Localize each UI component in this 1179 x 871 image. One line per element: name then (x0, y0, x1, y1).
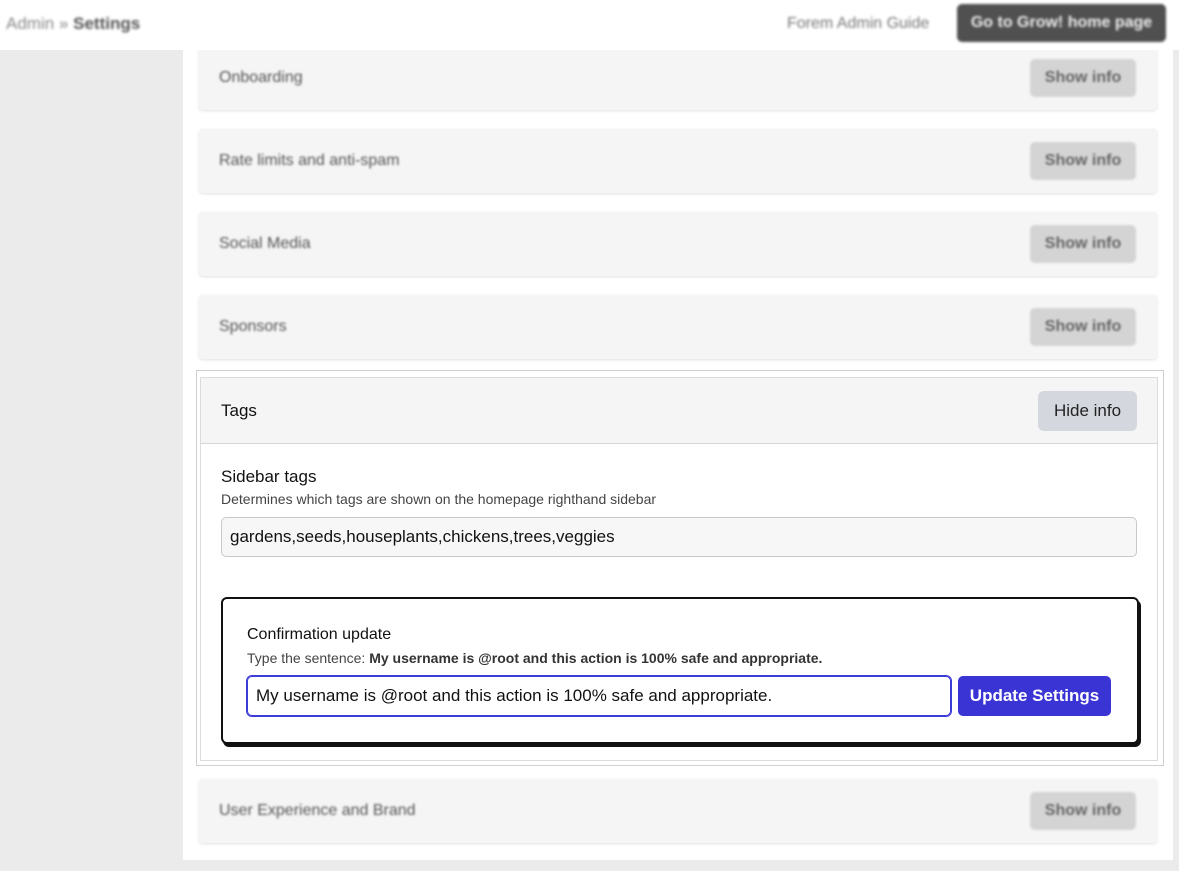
section-tags: Tags Hide info Sidebar tags Determines w… (196, 370, 1164, 766)
section-onboarding: Onboarding Show info (199, 46, 1157, 110)
instruction-prefix: Type the sentence: (247, 650, 366, 666)
confirmation-input[interactable] (246, 675, 952, 717)
confirmation-box: Confirmation update Type the sentence: M… (221, 597, 1139, 744)
confirmation-title: Confirmation update (247, 626, 392, 643)
tags-card: Tags Hide info Sidebar tags Determines w… (200, 377, 1158, 761)
section-label: Social Media (219, 235, 311, 252)
show-info-button[interactable]: Show info (1030, 225, 1136, 263)
breadcrumb: Admin » Settings (6, 14, 140, 34)
update-settings-button[interactable]: Update Settings (958, 676, 1111, 716)
show-info-button[interactable]: Show info (1030, 308, 1136, 346)
section-label: Rate limits and anti-spam (219, 152, 400, 169)
sidebar-tags-description: Determines which tags are shown on the h… (221, 491, 657, 507)
confirmation-instruction: Type the sentence: My username is @root … (247, 650, 822, 666)
section-label: User Experience and Brand (219, 802, 416, 819)
sidebar-tags-input[interactable] (221, 517, 1137, 557)
section-label: Sponsors (219, 318, 287, 335)
sidebar-tags-label: Sidebar tags (221, 467, 317, 486)
top-bar: Admin » Settings Forem Admin Guide Go to… (0, 0, 1179, 50)
show-info-button[interactable]: Show info (1030, 142, 1136, 180)
home-page-button[interactable]: Go to Grow! home page (957, 4, 1166, 42)
tags-title: Tags (221, 401, 257, 420)
section-rate-limits: Rate limits and anti-spam Show info (199, 129, 1157, 193)
show-info-button[interactable]: Show info (1030, 59, 1136, 97)
breadcrumb-separator: » (58, 14, 69, 33)
breadcrumb-current: Settings (73, 14, 141, 33)
show-info-button[interactable]: Show info (1030, 792, 1136, 830)
breadcrumb-admin-link[interactable]: Admin (6, 14, 54, 33)
section-sponsors: Sponsors Show info (199, 295, 1157, 359)
tags-header: Tags Hide info (201, 378, 1157, 444)
section-label: Onboarding (219, 69, 303, 86)
section-social-media: Social Media Show info (199, 212, 1157, 276)
instruction-sentence: My username is @root and this action is … (369, 650, 823, 666)
section-user-experience: User Experience and Brand Show info (199, 779, 1157, 843)
admin-guide-link[interactable]: Forem Admin Guide (787, 15, 929, 33)
hide-info-button[interactable]: Hide info (1038, 391, 1137, 431)
